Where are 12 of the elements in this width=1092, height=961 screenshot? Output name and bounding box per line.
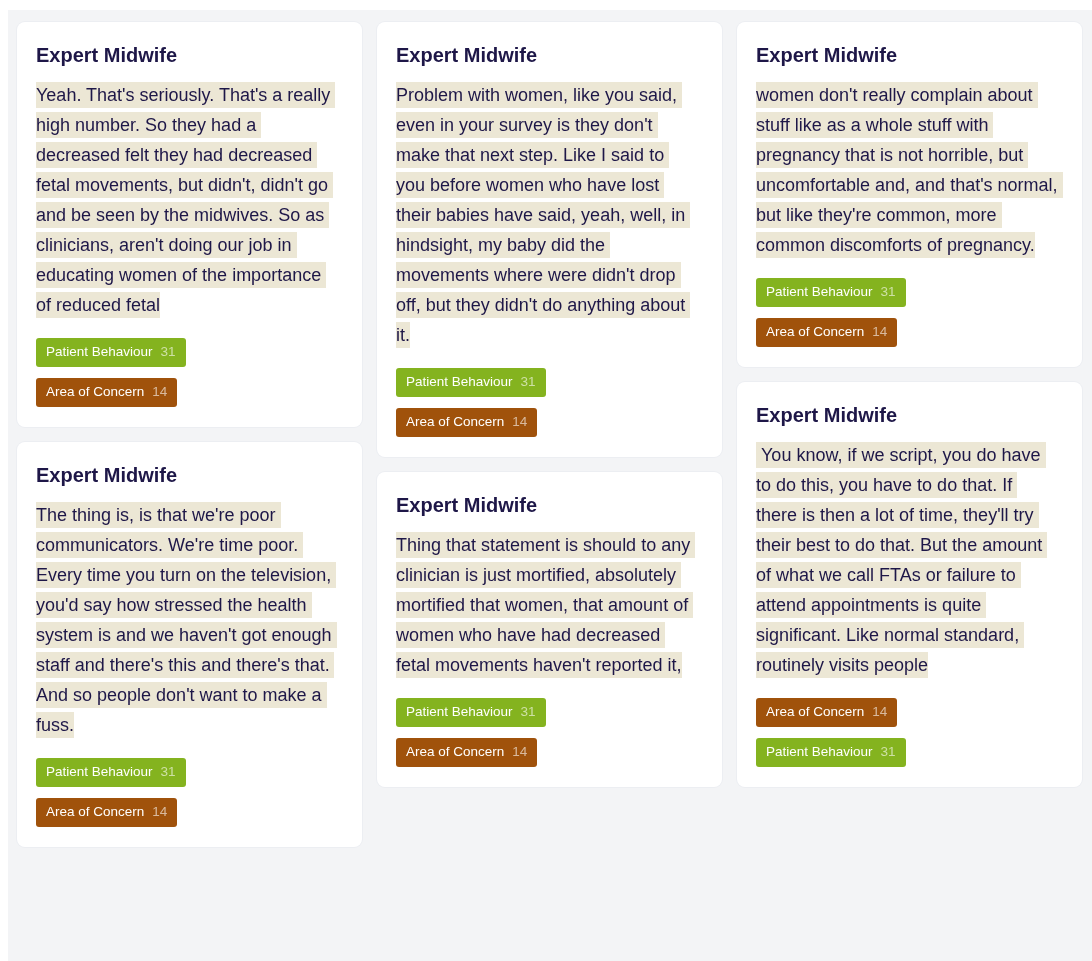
- tag[interactable]: Area of Concern 14: [756, 318, 898, 347]
- tag[interactable]: Area of Concern 14: [756, 698, 898, 727]
- card-title: Expert Midwife: [36, 463, 179, 488]
- card-title: Expert Midwife: [396, 43, 539, 68]
- tag[interactable]: Area of Concern 14: [396, 408, 538, 437]
- tag[interactable]: Area of Concern 14: [36, 798, 178, 827]
- tag[interactable]: Area of Concern 14: [396, 738, 538, 767]
- card-title: Expert Midwife: [756, 403, 899, 428]
- card-title: Expert Midwife: [756, 43, 899, 68]
- card-title: Expert Midwife: [396, 493, 539, 518]
- card-title: Expert Midwife: [36, 43, 179, 68]
- tag[interactable]: Area of Concern 14: [36, 378, 178, 407]
